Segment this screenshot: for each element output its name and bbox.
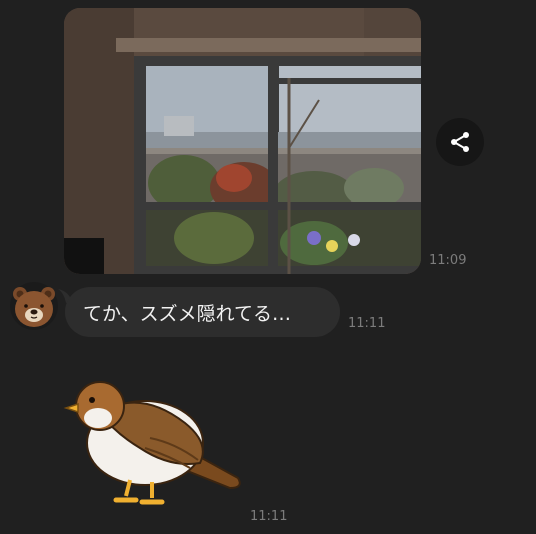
sticker-timestamp: 11:11: [250, 509, 288, 524]
sparrow-sticker[interactable]: [60, 368, 250, 513]
message-text: てか、スズメ隠れてる…: [83, 302, 292, 325]
text-timestamp: 11:11: [348, 316, 386, 331]
photo-message[interactable]: [64, 8, 421, 274]
window-photo: [64, 8, 421, 274]
brown-bear-avatar-icon: [10, 282, 58, 330]
sparrow-sticker-icon: [63, 381, 241, 505]
text-message-bubble[interactable]: てか、スズメ隠れてる…: [65, 287, 340, 337]
share-button[interactable]: [436, 118, 484, 166]
photo-timestamp: 11:09: [429, 253, 467, 268]
share-icon: [451, 132, 469, 152]
sender-avatar[interactable]: [10, 282, 58, 330]
